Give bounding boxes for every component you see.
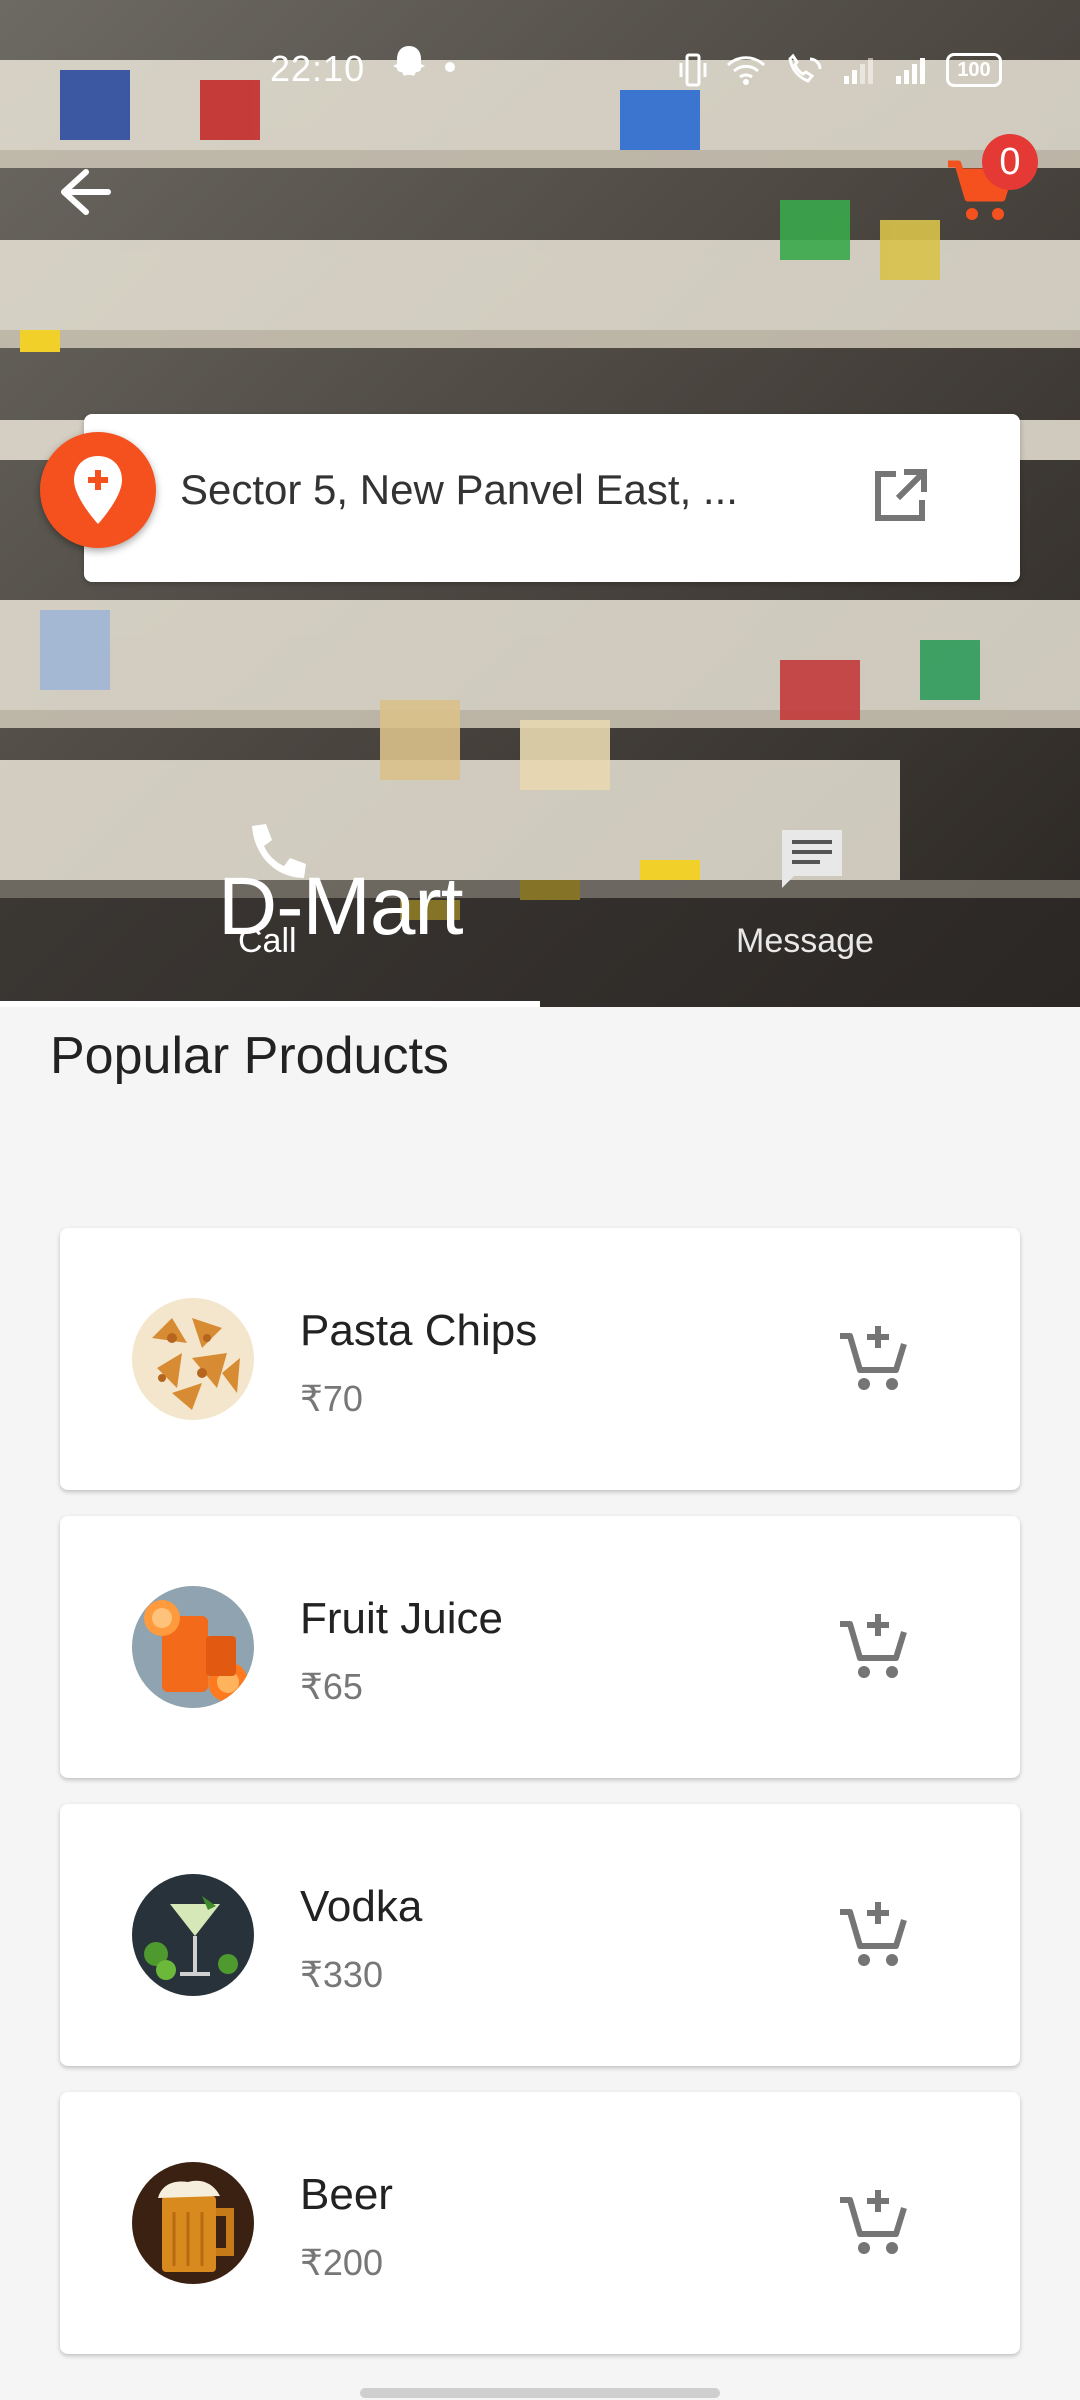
product-image-beer xyxy=(132,2162,254,2284)
store-address: Sector 5, New Panvel East, ... xyxy=(180,466,738,513)
signal-icon-1 xyxy=(844,58,873,84)
product-image-cocktail xyxy=(132,1874,254,1996)
wifi-calling-icon xyxy=(788,53,822,83)
notification-dot xyxy=(445,62,455,72)
product-name: Pasta Chips xyxy=(300,1306,538,1355)
open-in-new-icon[interactable] xyxy=(870,466,930,526)
tab-message[interactable]: Message xyxy=(720,820,900,970)
back-arrow-icon[interactable] xyxy=(52,160,116,224)
location-pin-button[interactable] xyxy=(40,432,156,548)
product-card[interactable]: Vodka ₹330 xyxy=(60,1804,1020,2066)
product-card[interactable]: Beer ₹200 xyxy=(60,2092,1020,2354)
add-to-cart-icon[interactable] xyxy=(836,1898,912,1974)
product-image-juice xyxy=(132,1586,254,1708)
signal-icon-2 xyxy=(896,58,925,84)
message-icon xyxy=(782,830,842,888)
tab-indicator xyxy=(0,1001,540,1007)
snapchat-ghost-icon xyxy=(393,46,425,76)
add-to-cart-icon[interactable] xyxy=(836,1322,912,1398)
product-name: Fruit Juice xyxy=(300,1594,503,1643)
add-to-cart-icon[interactable] xyxy=(836,2186,912,2262)
product-price: ₹330 xyxy=(300,1954,383,1995)
product-name: Beer xyxy=(300,2170,393,2219)
status-bar: 22:10 100 xyxy=(0,40,1080,100)
cart-count-badge: 0 xyxy=(982,134,1038,190)
status-time: 22:10 xyxy=(270,48,366,89)
status-icons: 100 xyxy=(678,52,1002,88)
product-image-chips xyxy=(132,1298,254,1420)
store-hero: 22:10 100 0 Sector 5, New Panvel East, .… xyxy=(0,0,1080,1007)
product-card[interactable]: Pasta Chips ₹70 xyxy=(60,1228,1020,1490)
product-price: ₹70 xyxy=(300,1378,363,1419)
wifi-icon xyxy=(726,56,766,85)
product-price: ₹200 xyxy=(300,2242,383,2283)
vibrate-icon xyxy=(679,53,707,87)
product-card[interactable]: Fruit Juice ₹65 xyxy=(60,1516,1020,1778)
home-indicator[interactable] xyxy=(360,2388,720,2398)
store-name: D-Mart xyxy=(218,861,464,952)
section-title: Popular Products xyxy=(50,1027,449,1085)
add-to-cart-icon[interactable] xyxy=(836,1610,912,1686)
tab-message-label: Message xyxy=(736,922,874,960)
add-location-icon xyxy=(74,456,122,524)
address-card[interactable]: Sector 5, New Panvel East, ... xyxy=(84,414,1020,582)
product-price: ₹65 xyxy=(300,1666,363,1707)
product-name: Vodka xyxy=(300,1882,423,1931)
battery-indicator: 100 xyxy=(946,53,1002,87)
